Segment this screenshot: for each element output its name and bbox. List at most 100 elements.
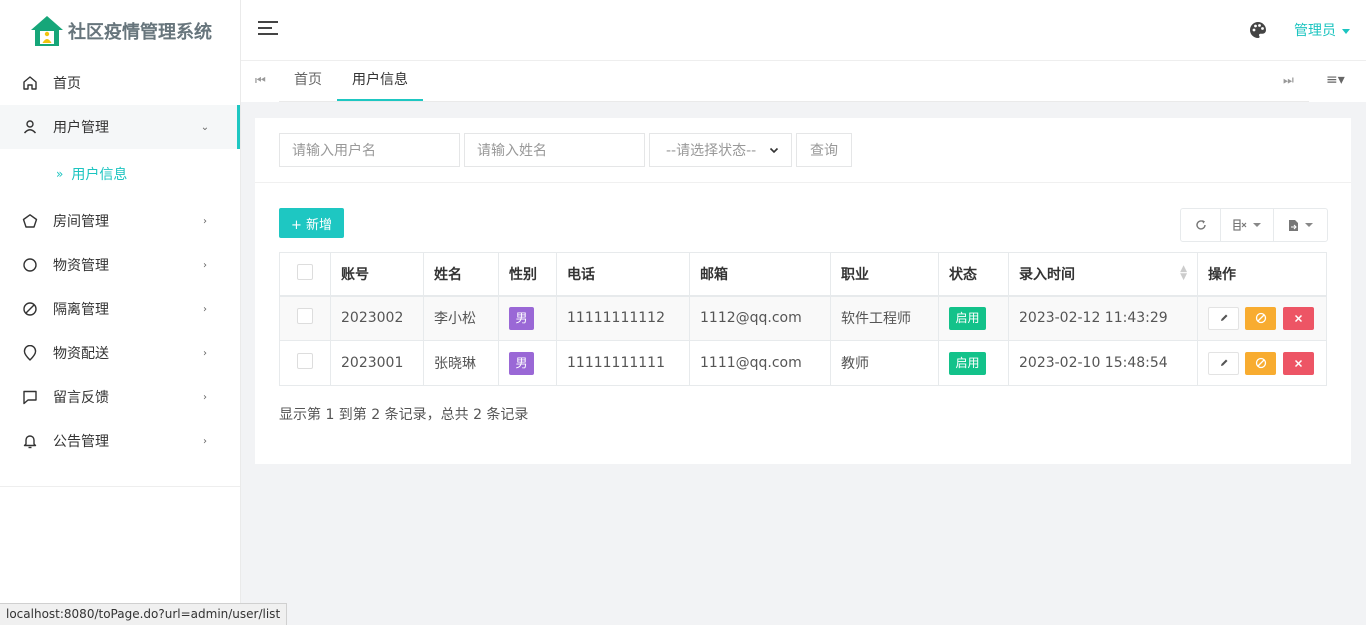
pencil-icon [1220,359,1227,366]
tab-options-icon[interactable]: ≡▾ [1326,72,1345,88]
table-header-row: 账号 姓名 性别 电话 邮箱 职业 状态 录入时间 ▲ ▼ 操作 [279,252,1327,297]
status-select-value: --请选择状态-- [666,143,757,159]
home-icon [22,75,38,91]
cell-actions [1197,340,1327,386]
delete-button[interactable] [1282,351,1314,375]
cell-created: 2023-02-12 11:43:29 [1008,295,1198,341]
caret-down-icon [1342,28,1350,34]
pencil-icon [1220,314,1227,322]
sidebar-item-label: 房间管理 [53,214,109,230]
search-form: 请输入用户名 请输入姓名 --请选择状态-- 查询 [279,133,852,167]
tab-scroll-right-icon[interactable]: ⏭ [1283,73,1294,88]
columns-toggle-button[interactable] [1221,209,1274,241]
column-header-account[interactable]: 账号 [330,252,424,297]
close-icon [1294,314,1302,322]
sidebar-item-supplies-delivery[interactable]: 物资配送 › [0,331,240,375]
sort-icon[interactable]: ▲ ▼ [1180,264,1187,281]
column-header-job[interactable]: 职业 [830,252,939,297]
user-menu[interactable]: 管理员 [1294,20,1350,40]
cell-actions [1197,295,1327,341]
chevron-right-icon: › [203,347,207,359]
palette-icon[interactable] [1249,21,1267,39]
cell-gender: 男 [498,295,557,341]
cell-name: 张晓琳 [423,340,499,386]
refresh-button[interactable] [1181,209,1221,241]
export-button[interactable] [1274,209,1327,241]
sidebar-item-user-management[interactable]: 用户管理 ⌄ [0,105,240,149]
column-header-phone[interactable]: 电话 [556,252,690,297]
chevron-right-icon: › [203,435,207,447]
sidebar-item-room-management[interactable]: 房间管理 › [0,199,240,243]
name-input[interactable]: 请输入姓名 [464,133,645,167]
tab-bar: ⏮ 首页 用户信息 ⏭ ≡▾ [241,61,1366,102]
menu-toggle-icon[interactable] [258,21,278,37]
table-toolbar [1180,208,1328,242]
table-row[interactable]: 2023001 张晓琳 男 11111111111 1111@qq.com 教师… [279,340,1327,386]
delete-button[interactable] [1282,306,1314,330]
caret-down-icon [1253,223,1261,227]
message-icon [22,389,38,405]
sidebar: 社区疫情管理系统 首页 用户管理 ⌄ » 用户信息 房间管理 › 物资管理 › … [0,0,241,625]
column-header-gender[interactable]: 性别 [498,252,557,297]
table-row[interactable]: 2023002 李小松 男 11111111112 1112@qq.com 软件… [279,295,1327,341]
user-table: 账号 姓名 性别 电话 邮箱 职业 状态 录入时间 ▲ ▼ 操作 2023002 … [279,252,1327,386]
sidebar-item-quarantine-management[interactable]: 隔离管理 › [0,287,240,331]
cell-job: 教师 [830,340,939,386]
cell-email: 1111@qq.com [689,340,831,386]
tab-user-info[interactable]: 用户信息 [337,61,423,101]
select-all-checkbox-cell[interactable] [279,252,331,297]
browser-status-url: localhost:8080/toPage.do?url=admin/user/… [0,603,288,625]
row-checkbox-cell[interactable] [279,340,331,386]
location-icon [22,345,38,361]
cell-job: 软件工程师 [830,295,939,341]
column-header-email[interactable]: 邮箱 [689,252,831,297]
sidebar-menu: 首页 用户管理 ⌄ » 用户信息 房间管理 › 物资管理 › 隔离管理 › 物资… [0,61,240,463]
disable-button[interactable] [1245,306,1277,330]
column-header-created[interactable]: 录入时间 ▲ ▼ [1008,252,1198,297]
house-logo-icon [31,15,63,46]
tab-scroll-left-icon[interactable]: ⏮ [255,73,266,88]
disable-button[interactable] [1245,351,1277,375]
row-checkbox[interactable] [297,353,313,369]
ban-icon [22,301,38,317]
user-name: 管理员 [1294,23,1336,39]
sidebar-item-home[interactable]: 首页 [0,61,240,105]
app-logo[interactable]: 社区疫情管理系统 [0,0,240,61]
select-all-checkbox[interactable] [297,263,313,280]
row-checkbox-cell[interactable] [279,295,331,341]
cell-status: 启用 [938,295,1009,341]
gender-badge: 男 [509,306,534,330]
status-select[interactable]: --请选择状态-- [649,133,792,167]
row-checkbox[interactable] [297,308,313,325]
sidebar-subitem-user-info[interactable]: » 用户信息 [0,149,240,199]
pagination-info: 显示第 1 到第 2 条记录，总共 2 条记录 [279,407,529,423]
cell-status: 启用 [938,340,1009,386]
file-export-icon [1289,219,1298,231]
chevron-right-icon: › [203,303,207,315]
sidebar-item-notice-management[interactable]: 公告管理 › [0,419,240,463]
edit-button[interactable] [1208,306,1239,330]
close-icon [1294,359,1302,367]
sidebar-item-supplies-management[interactable]: 物资管理 › [0,243,240,287]
edit-button[interactable] [1208,351,1239,375]
sidebar-item-feedback[interactable]: 留言反馈 › [0,375,240,419]
cell-phone: 11111111111 [556,340,690,386]
column-header-status[interactable]: 状态 [938,252,1009,297]
cell-email: 1112@qq.com [689,295,831,341]
caret-down-icon [1305,223,1313,227]
pentagon-icon [22,213,38,229]
tab-home[interactable]: 首页 [279,61,337,101]
sidebar-divider [0,486,240,487]
column-header-created-label: 录入时间 [1019,266,1075,283]
query-button[interactable]: 查询 [796,133,852,167]
add-button[interactable]: + 新增 [279,208,344,238]
sidebar-item-label: 首页 [53,76,81,92]
ban-icon [1255,357,1267,369]
ban-icon [1255,313,1267,324]
username-input[interactable]: 请输入用户名 [279,133,460,167]
status-badge: 启用 [949,351,986,375]
gender-badge: 男 [509,351,534,375]
cell-account: 2023002 [330,295,424,341]
double-chevron-icon: » [56,167,64,181]
column-header-name[interactable]: 姓名 [423,252,499,297]
